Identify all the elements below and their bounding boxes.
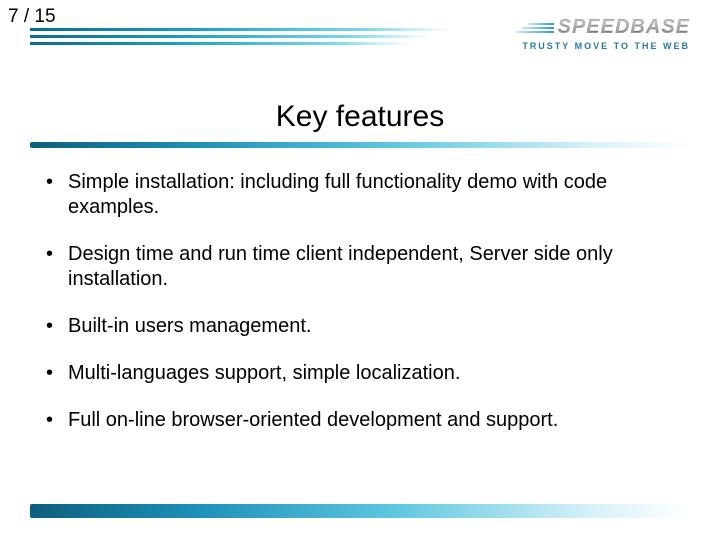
feature-list: Simple installation: including full func… (40, 170, 680, 433)
slide-title: Key features (0, 100, 720, 134)
list-item: Built-in users management. (40, 314, 680, 339)
logo-tagline: TRUSTY MOVE TO THE WEB (470, 41, 690, 51)
header-decor-lines (30, 28, 450, 49)
footer-decor-bar (30, 504, 690, 518)
list-item: Multi-languages support, simple localiza… (40, 361, 680, 386)
logo-wordmark: SPEEDBASE (558, 16, 690, 39)
brand-logo: SPEEDBASE TRUSTY MOVE TO THE WEB (470, 16, 690, 51)
list-item: Full on-line browser-oriented developmen… (40, 408, 680, 433)
title-underline (30, 142, 690, 148)
page-counter: 7 / 15 (8, 6, 56, 28)
logo-stripes-icon (516, 23, 554, 33)
list-item: Design time and run time client independ… (40, 242, 680, 292)
content-area: Simple installation: including full func… (40, 170, 680, 455)
list-item: Simple installation: including full func… (40, 170, 680, 220)
